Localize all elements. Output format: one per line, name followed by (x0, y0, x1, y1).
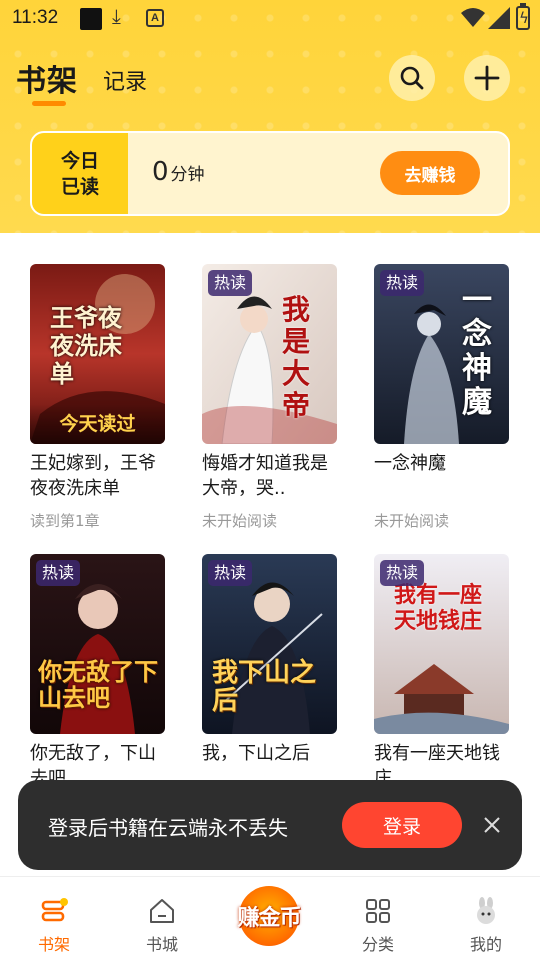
login-prompt-text: 登录后书籍在云端永不丢失 (48, 816, 288, 840)
today-reading-card[interactable]: 今日 已读 0 分钟 去赚钱 (30, 131, 510, 216)
hot-read-badge: 热读 (208, 270, 253, 296)
nav-label-bookshelf: 书架 (37, 935, 70, 954)
book-item[interactable]: 我是大帝 热读 悔婚才知道我是大帝，哭.. 未开始阅读 (202, 264, 352, 534)
a-notification-icon: A (146, 9, 164, 27)
book-cover-title: 我是大帝 (282, 293, 311, 422)
nav-item-bookshelf[interactable]: 书架 (14, 877, 94, 960)
hot-read-badge: 热读 (380, 270, 425, 296)
battery-icon: ϟ (516, 3, 530, 30)
reading-minutes-value: 0 (152, 157, 169, 187)
today-read-label-line1: 今日 (60, 149, 99, 172)
book-cover-title: 我有一座天地钱庄 (394, 582, 483, 634)
plus-icon (474, 65, 500, 91)
earn-coins-button[interactable]: 赚金币 (225, 886, 313, 946)
tab-record[interactable]: 记录 (103, 64, 147, 96)
book-cover[interactable]: 我是大帝 热读 (202, 264, 337, 444)
notification-app-icon (80, 8, 102, 30)
hot-read-badge: 热读 (380, 560, 425, 586)
book-status: 读到第1章 (30, 512, 100, 530)
book-cover[interactable]: 你无敌了下山去吧 热读 (30, 554, 165, 734)
hot-read-badge: 热读 (36, 560, 81, 586)
book-title: 我，下山之后 (202, 743, 310, 764)
nav-label-bookstore: 书城 (145, 935, 178, 954)
reading-minutes: 0 分钟 (152, 157, 205, 187)
grid-icon (366, 899, 390, 923)
book-cover-title: 一念神魔 (462, 283, 492, 420)
nav-item-category[interactable]: 分类 (338, 877, 418, 960)
search-icon (400, 66, 424, 90)
nav-label-category: 分类 (361, 935, 394, 954)
book-item[interactable]: 我有一座天地钱庄 热读 我有一座天地钱庄 (374, 554, 524, 789)
book-title: 王妃嫁到，王爷夜夜洗床单 (30, 453, 156, 499)
book-cover-title: 王爷夜夜洗床单 (50, 303, 122, 388)
book-item[interactable]: 王爷夜夜洗床单 今天读过 王妃嫁到，王爷夜夜洗床单 读到第1章 (30, 264, 180, 534)
book-title: 一念神魔 (374, 453, 446, 474)
today-read-label: 今日 已读 (32, 133, 128, 214)
book-item[interactable]: 你无敌了下山去吧 热读 你无敌了，下山去吧 (30, 554, 180, 789)
nav-label-profile: 我的 (469, 935, 502, 954)
book-cover[interactable]: 一念神魔 热读 (374, 264, 509, 444)
signal-icon (488, 7, 510, 29)
today-read-label-line2: 已读 (60, 175, 99, 198)
status-time: 11:32 (12, 7, 59, 28)
login-button[interactable]: 登录 (342, 802, 462, 848)
home-icon (150, 899, 174, 923)
book-status: 未开始阅读 (202, 512, 278, 530)
book-cover-title: 你无敌了下山去吧 (38, 657, 158, 712)
reading-minutes-unit: 分钟 (170, 165, 205, 185)
active-tab-indicator (32, 101, 66, 106)
book-cover-title: 我下山之后 (212, 658, 317, 716)
tab-bookshelf[interactable]: 书架 (16, 56, 78, 100)
add-button[interactable] (464, 55, 510, 101)
status-bar: 11:32 ⤓ A ϟ (0, 0, 540, 36)
book-cover[interactable]: 王爷夜夜洗床单 今天读过 (30, 264, 165, 444)
hot-read-badge: 热读 (208, 560, 253, 586)
close-icon[interactable] (480, 813, 504, 837)
wifi-icon (461, 8, 485, 27)
login-prompt-toast: 登录后书籍在云端永不丢失 登录 (18, 780, 522, 870)
book-item[interactable]: 一念神魔 热读 一念神魔 未开始阅读 (374, 264, 524, 534)
book-status: 未开始阅读 (374, 512, 450, 530)
earn-money-button[interactable]: 去赚钱 (380, 151, 480, 195)
book-cover[interactable]: 我有一座天地钱庄 热读 (374, 554, 509, 734)
bookshelf-icon (41, 898, 68, 922)
download-icon: ⤓ (112, 4, 121, 28)
search-button[interactable] (389, 55, 435, 101)
earn-coins-label: 赚金币 (237, 906, 301, 931)
nav-item-bookstore[interactable]: 书城 (122, 877, 202, 960)
profile-icon (477, 897, 495, 924)
book-title: 悔婚才知道我是大帝，哭.. (202, 453, 328, 499)
book-cover[interactable]: 我下山之后 热读 (202, 554, 337, 734)
nav-item-profile[interactable]: 我的 (446, 877, 526, 960)
book-item[interactable]: 我下山之后 热读 我，下山之后 (202, 554, 352, 784)
read-today-overlay: 今天读过 (30, 404, 165, 444)
